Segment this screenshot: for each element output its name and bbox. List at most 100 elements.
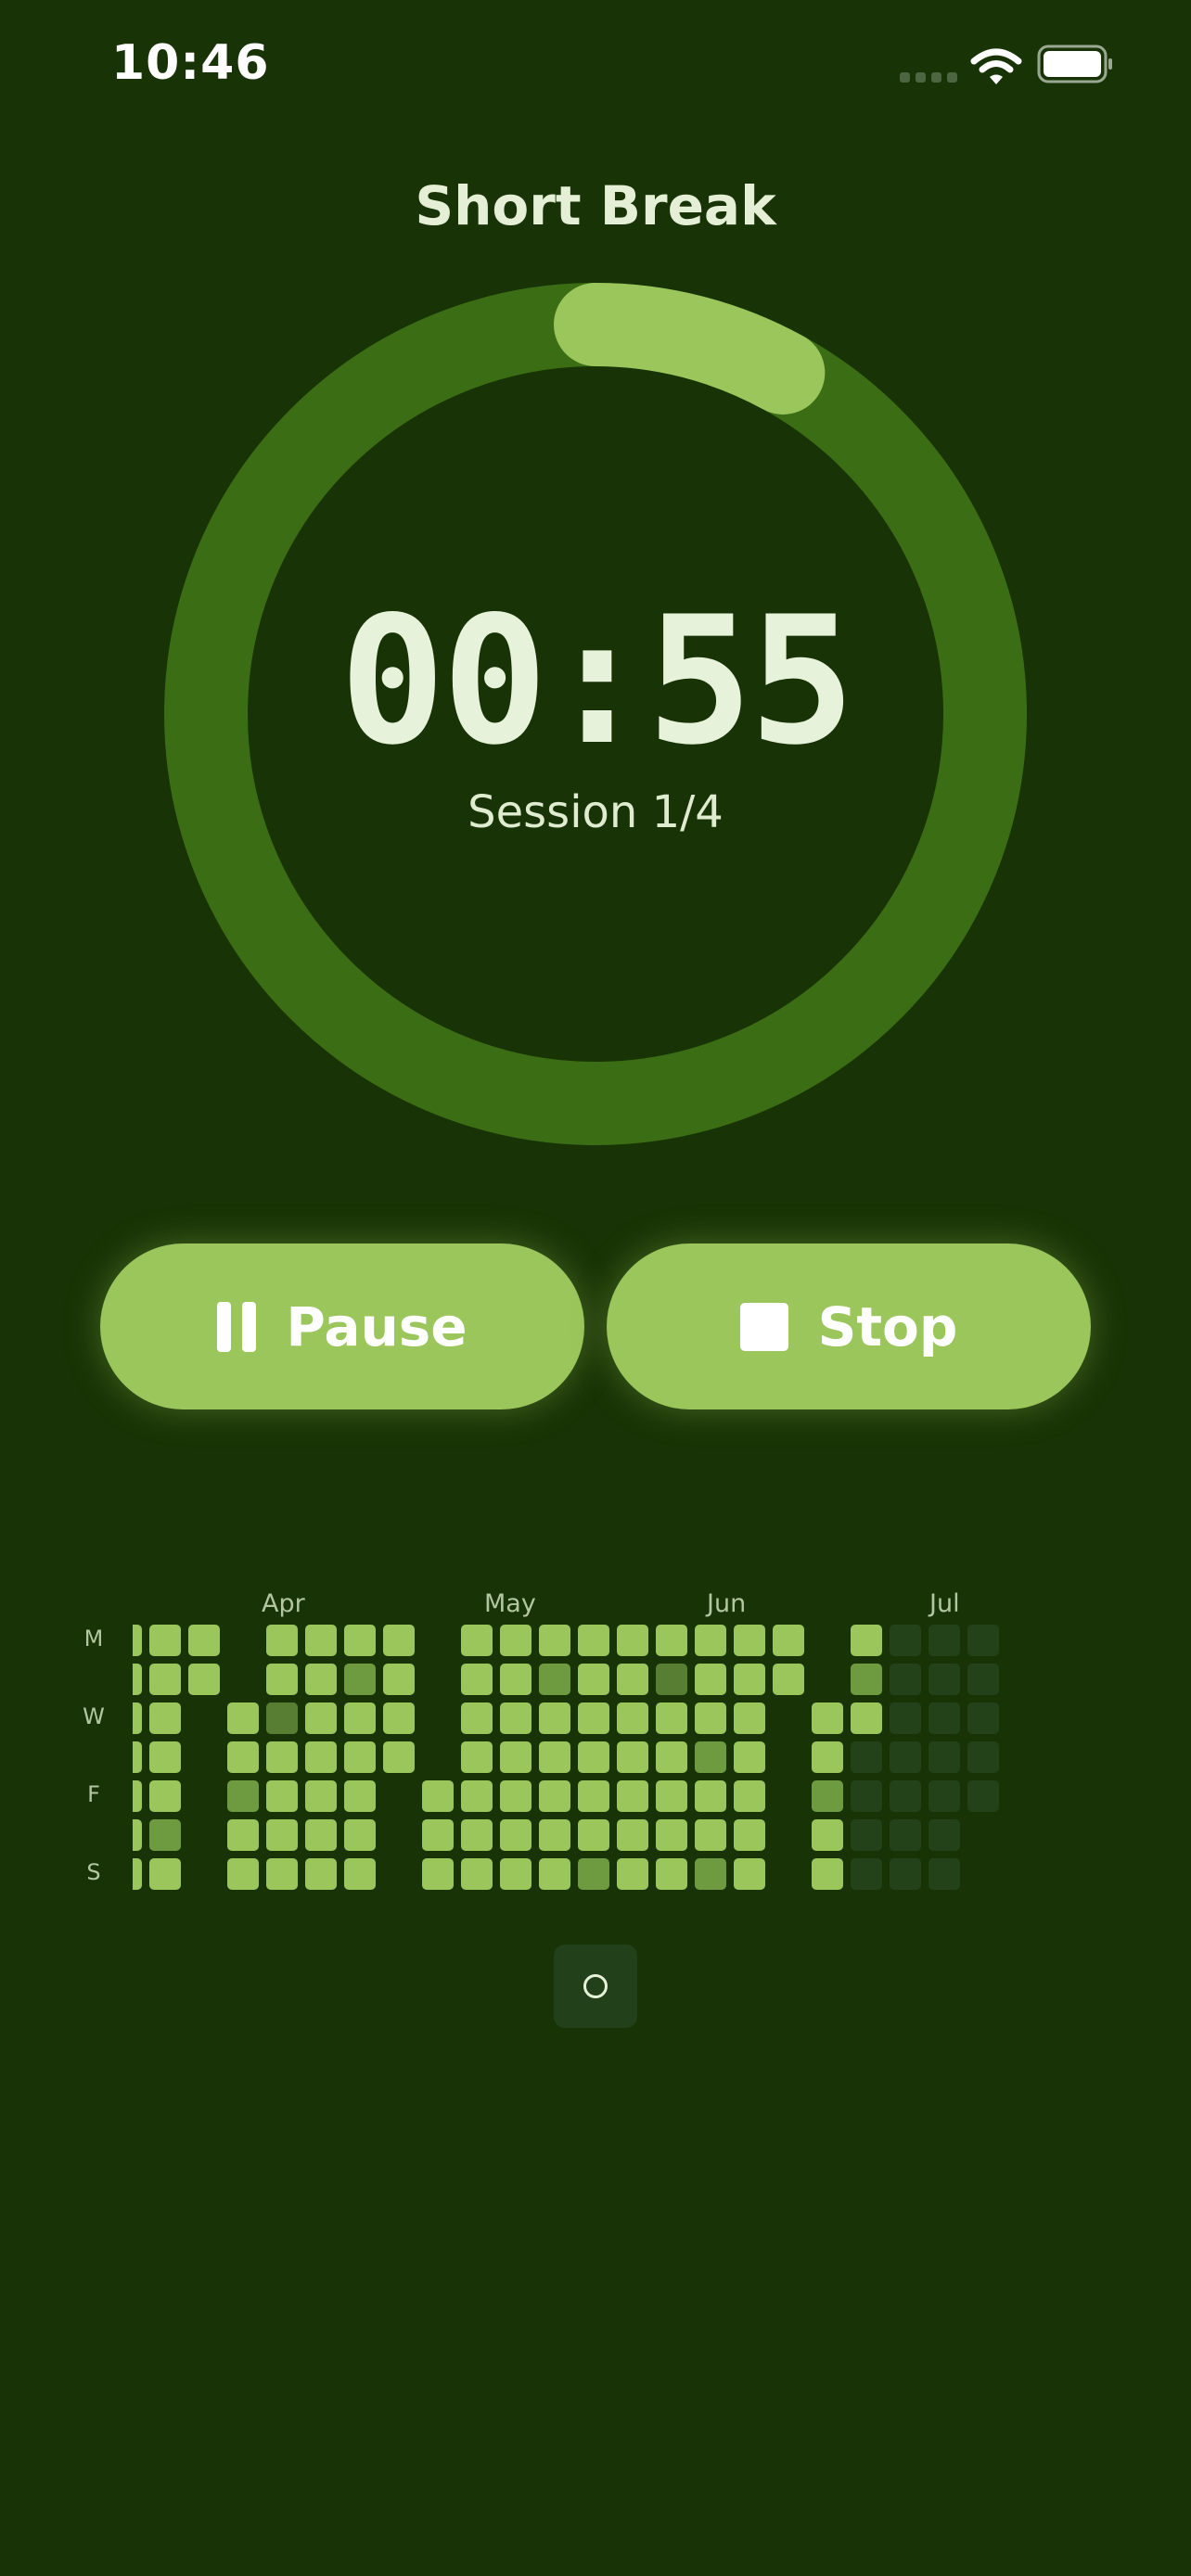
heatmap-cell [133,1780,142,1812]
heatmap-cell [133,1819,142,1851]
heatmap-cell [461,1858,493,1890]
heatmap-cell [227,1780,259,1812]
heatmap-cell [890,1819,921,1851]
heatmap-cell [656,1858,687,1890]
heatmap-cell [227,1702,259,1734]
heatmap-cell [734,1819,765,1851]
heatmap-cell [734,1702,765,1734]
heatmap-cell [133,1702,142,1734]
heatmap-cell [773,1664,804,1695]
pause-button[interactable]: Pause [100,1243,584,1409]
heatmap-cell [617,1702,648,1734]
heatmap-cell [617,1858,648,1890]
heatmap-cell [928,1741,960,1773]
heatmap-cell [539,1819,570,1851]
heatmap-cell [928,1702,960,1734]
heatmap-cell [539,1741,570,1773]
heatmap-cell [149,1819,181,1851]
heatmap-cell [305,1664,337,1695]
heatmap-cell [500,1702,531,1734]
heatmap-grid [133,1576,1191,1892]
heatmap-cell [422,1780,454,1812]
heatmap-cell [773,1625,804,1656]
heatmap-cell [656,1819,687,1851]
heatmap-cell [266,1741,298,1773]
heatmap-cell [656,1741,687,1773]
heatmap-cell [149,1664,181,1695]
page-title: Short Break [415,174,776,237]
heatmap-cell [578,1819,609,1851]
heatmap-cell [617,1625,648,1656]
heatmap-cell [500,1625,531,1656]
heatmap-cell [461,1741,493,1773]
heatmap-cell [695,1664,726,1695]
heatmap-cell [227,1741,259,1773]
heatmap-cell [617,1741,648,1773]
heatmap-cell [851,1625,882,1656]
heatmap-cell [928,1664,960,1695]
heatmap-cell [500,1741,531,1773]
heatmap-cell [578,1625,609,1656]
heatmap-cell [149,1702,181,1734]
heatmap-cell [617,1664,648,1695]
heatmap-cell [734,1625,765,1656]
heatmap-cell [266,1702,298,1734]
heatmap-cell [851,1741,882,1773]
heatmap-cell [539,1780,570,1812]
heatmap-cell [967,1702,999,1734]
heatmap-cell [266,1625,298,1656]
heatmap-cell [344,1858,376,1890]
progress-arc [554,283,826,414]
heatmap-cell [695,1741,726,1773]
heatmap-cell [656,1780,687,1812]
heatmap-cell [851,1858,882,1890]
heatmap-cell [305,1858,337,1890]
heatmap-cell [967,1625,999,1656]
heatmap-cell [812,1858,843,1890]
heatmap-cell [656,1625,687,1656]
heatmap-cell [227,1819,259,1851]
heatmap-cell [305,1780,337,1812]
heatmap-cell [305,1625,337,1656]
heatmap-cell [539,1625,570,1656]
heatmap-cell [461,1664,493,1695]
circle-icon [583,1974,608,1998]
heatmap-cell [967,1741,999,1773]
heatmap-cell [461,1625,493,1656]
heatmap-cell [500,1819,531,1851]
heatmap-cell [656,1702,687,1734]
heatmap-cell [305,1741,337,1773]
heatmap-cell [344,1664,376,1695]
heatmap-cell [851,1780,882,1812]
pause-label: Pause [286,1294,467,1358]
stop-label: Stop [817,1294,958,1358]
heatmap-cell [890,1664,921,1695]
heatmap-cell [695,1780,726,1812]
heatmap-cell [383,1664,415,1695]
heatmap-cell [461,1819,493,1851]
heatmap-cell [422,1819,454,1851]
heatmap-cell [461,1780,493,1812]
pause-icon [217,1301,257,1352]
heatmap-cell [812,1780,843,1812]
heatmap-cell [656,1664,687,1695]
heatmap-cell [133,1858,142,1890]
cellular-signal-icon [900,72,957,83]
stop-button[interactable]: Stop [607,1243,1091,1409]
heatmap-cell [617,1780,648,1812]
heatmap-cell [461,1702,493,1734]
heatmap-cell [500,1858,531,1890]
heatmap-cell [851,1819,882,1851]
heatmap-cell [851,1702,882,1734]
heatmap-cell [149,1780,181,1812]
heatmap-cell [344,1625,376,1656]
heatmap-cell [890,1625,921,1656]
day-label: S [86,1859,101,1885]
heatmap-cell [695,1702,726,1734]
stop-icon [739,1302,788,1351]
heatmap-cell [344,1741,376,1773]
mini-mode-button[interactable] [554,1945,637,2028]
heatmap-cell [578,1858,609,1890]
heatmap-cell [695,1625,726,1656]
heatmap-cell [851,1664,882,1695]
